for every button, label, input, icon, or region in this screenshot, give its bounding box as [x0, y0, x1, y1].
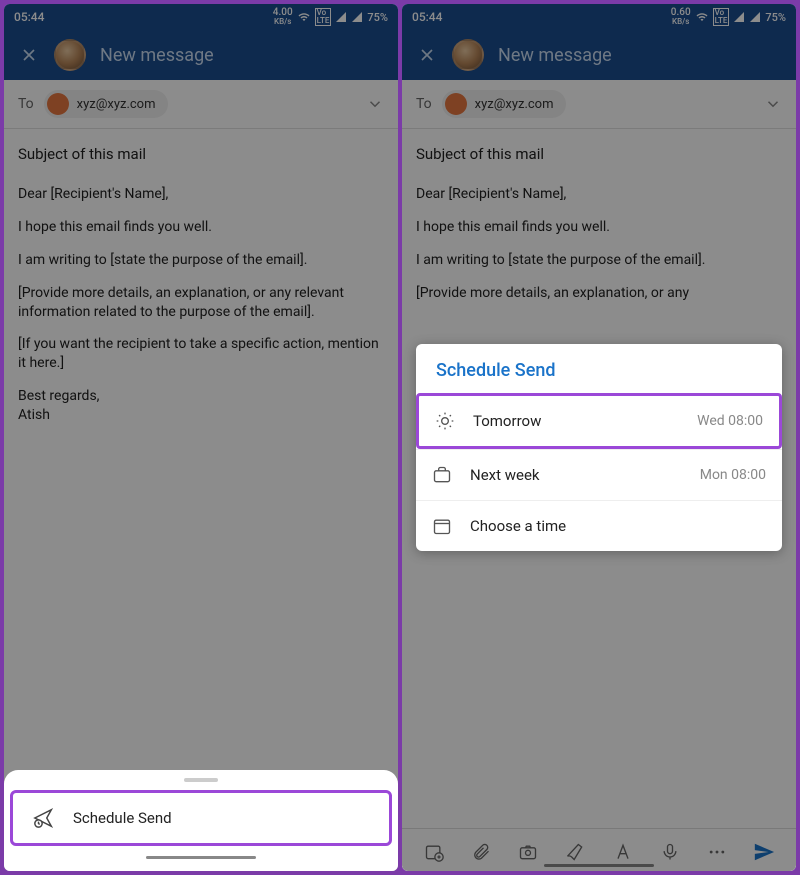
briefcase-icon	[432, 465, 452, 485]
option-label: Choose a time	[470, 517, 748, 535]
option-label: Next week	[470, 466, 682, 484]
schedule-send-label: Schedule Send	[73, 809, 172, 827]
option-next-week[interactable]: Next week Mon 08:00	[416, 449, 782, 500]
option-time: Wed 08:00	[697, 413, 763, 429]
schedule-send-button[interactable]: Schedule Send	[10, 790, 392, 846]
option-choose-time[interactable]: Choose a time	[416, 500, 782, 551]
schedule-send-dialog: Schedule Send Tomorrow Wed 08:00 Next we…	[416, 344, 782, 551]
dim-overlay	[4, 4, 398, 871]
option-tomorrow[interactable]: Tomorrow Wed 08:00	[416, 393, 782, 449]
drag-handle[interactable]	[184, 778, 218, 782]
calendar-icon	[432, 516, 452, 536]
dialog-title: Schedule Send	[416, 344, 782, 393]
send-later-icon	[33, 807, 55, 829]
phone-left: 05:44 4.00KB/s VoLTE 75% New message To	[4, 4, 398, 871]
option-time: Mon 08:00	[700, 467, 766, 483]
option-label: Tomorrow	[473, 412, 679, 430]
phone-right: 05:44 0.60KB/s VoLTE 75% New message To	[402, 4, 796, 871]
sun-icon	[435, 411, 455, 431]
nav-bar[interactable]	[146, 856, 256, 859]
bottom-sheet: Schedule Send	[4, 770, 398, 871]
